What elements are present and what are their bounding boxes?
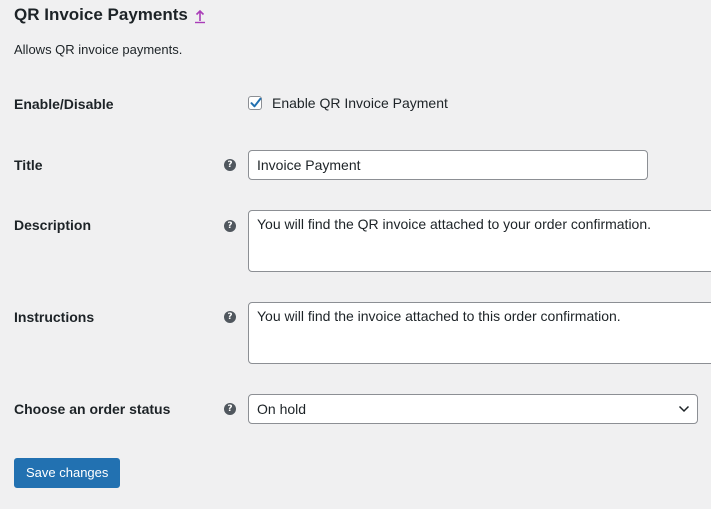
order-status-selected-value: On hold [257,401,307,417]
save-changes-button[interactable]: Save changes [14,458,121,488]
title-help-icon[interactable]: ? [224,159,236,171]
description-label: Description [14,217,92,233]
description-help-icon[interactable]: ? [224,220,236,232]
enable-qr-invoice-checkbox-row[interactable]: Enable QR Invoice Payment [248,94,448,112]
instructions-label: Instructions [14,309,95,325]
chevron-down-icon [678,405,690,413]
arrow-up-icon[interactable] [194,6,206,24]
instructions-help-icon[interactable]: ? [224,311,236,323]
instructions-textarea[interactable]: You will find the invoice attached to th… [248,302,711,364]
order-status-select[interactable]: On hold [248,394,698,424]
enable-checkbox-label: Enable QR Invoice Payment [272,95,448,111]
checkmark-icon [250,97,262,108]
order-status-help-icon[interactable]: ? [224,403,236,415]
title-input[interactable] [248,150,648,180]
page-title: QR Invoice Payments [14,5,206,25]
enable-disable-label: Enable/Disable [14,96,114,112]
description-textarea[interactable]: You will find the QR invoice attached to… [248,210,711,272]
title-label: Title [14,157,43,173]
enable-checkbox[interactable] [248,96,262,110]
page-title-text: QR Invoice Payments [14,5,188,24]
page-description: Allows QR invoice payments. [14,42,183,57]
order-status-label: Choose an order status [14,401,171,417]
